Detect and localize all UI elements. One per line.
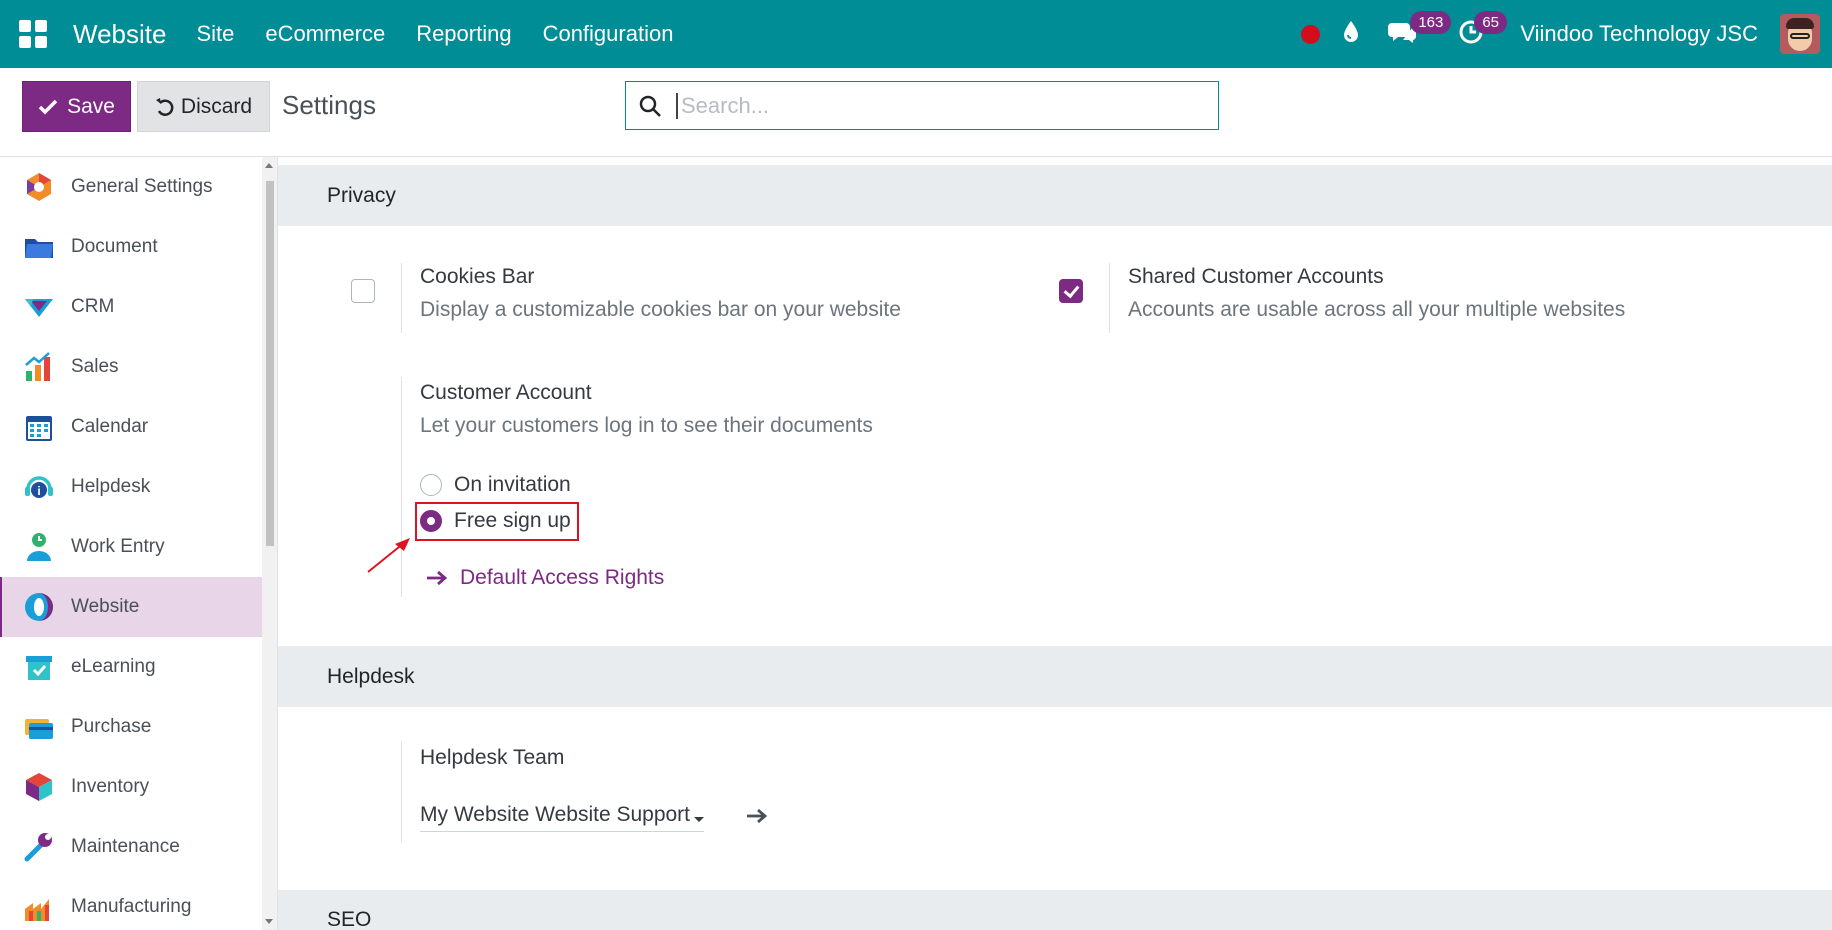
sidebar-item-label: Website	[71, 596, 140, 617]
scroll-thumb[interactable]	[266, 181, 274, 546]
sidebar-item-label: Calendar	[71, 416, 149, 437]
section-seo-heading: SEO	[278, 890, 1832, 930]
sidebar-item-work-entry[interactable]: Work Entry	[0, 517, 262, 577]
section-privacy-heading: Privacy	[278, 165, 1832, 226]
elearning-icon	[23, 651, 55, 683]
radio-label: On invitation	[454, 473, 571, 496]
select-value: My Website Website Support	[420, 803, 691, 826]
menu-configuration[interactable]: Configuration	[543, 21, 674, 47]
radio-button[interactable]	[420, 474, 442, 496]
sidebar-item-label: eLearning	[71, 656, 156, 677]
control-panel: Save Discard Settings	[0, 68, 1832, 157]
default-access-rights-link[interactable]: Default Access Rights	[426, 566, 664, 590]
discard-label: Discard	[180, 94, 253, 118]
activities-badge: 65	[1474, 10, 1507, 34]
save-button[interactable]: Save	[22, 81, 131, 132]
helpdesk-icon: i	[23, 471, 55, 503]
helpdesk-team-label: Helpdesk Team	[420, 746, 565, 769]
manufacturing-icon	[23, 891, 55, 923]
chevron-down-icon	[694, 816, 705, 822]
sidebar-item-general-settings[interactable]: General Settings	[0, 157, 262, 217]
sidebar-item-sales[interactable]: Sales	[0, 337, 262, 397]
work-entry-icon	[23, 531, 55, 563]
sidebar-scrollbar[interactable]	[262, 157, 277, 930]
menu-site[interactable]: Site	[196, 21, 234, 47]
water-drop-icon[interactable]	[1342, 20, 1360, 49]
sidebar-item-calendar[interactable]: Calendar	[0, 397, 262, 457]
shared-accounts-label: Shared Customer Accounts	[1128, 265, 1384, 288]
helpdesk-team-select[interactable]: My Website Website Support	[420, 803, 705, 832]
annotation-highlight-box	[415, 502, 579, 541]
settings-content: Privacy Cookies Bar Display a customizab…	[277, 157, 1832, 930]
sidebar-item-label: General Settings	[71, 176, 213, 197]
shared-accounts-checkbox[interactable]	[1059, 279, 1083, 303]
cookies-bar-checkbox[interactable]	[351, 279, 375, 303]
scroll-up-arrow-icon[interactable]	[265, 163, 273, 168]
customer-account-label: Customer Account	[420, 381, 592, 404]
sales-icon	[23, 351, 55, 383]
menu-reporting[interactable]: Reporting	[416, 21, 511, 47]
cookies-bar-label: Cookies Bar	[420, 265, 535, 288]
link-label: Default Access Rights	[460, 566, 665, 589]
section-helpdesk-heading: Helpdesk	[278, 646, 1832, 707]
website-icon	[23, 591, 55, 623]
maintenance-icon	[23, 831, 55, 863]
company-switcher[interactable]: Viindoo Technology JSC	[1520, 21, 1758, 47]
settings-sidebar: General Settings Document CRM Sales Cale…	[0, 157, 262, 930]
sidebar-item-inventory[interactable]: Inventory	[0, 757, 262, 817]
sidebar-item-purchase[interactable]: Purchase	[0, 697, 262, 757]
sidebar-item-maintenance[interactable]: Maintenance	[0, 817, 262, 877]
activities-clock-icon[interactable]: 65	[1458, 10, 1507, 50]
purchase-icon	[23, 711, 55, 743]
inventory-icon	[23, 771, 55, 803]
undo-icon	[155, 97, 174, 116]
svg-text:i: i	[37, 484, 40, 498]
radio-on-invitation[interactable]: On invitation	[420, 473, 571, 497]
top-navbar: Website Site eCommerce Reporting Configu…	[0, 0, 1832, 68]
calendar-icon	[23, 411, 55, 443]
user-avatar[interactable]	[1780, 14, 1820, 54]
sidebar-item-label: Work Entry	[71, 536, 165, 557]
messages-icon[interactable]: 163	[1388, 10, 1452, 50]
shared-accounts-description: Accounts are usable across all your mult…	[1128, 298, 1626, 321]
page-title: Settings	[282, 90, 376, 120]
sidebar-item-label: Document	[71, 236, 158, 257]
sidebar-item-label: Sales	[71, 356, 119, 377]
save-label: Save	[67, 94, 115, 118]
customer-account-description: Let your customers log in to see their d…	[420, 414, 873, 437]
sidebar-item-document[interactable]: Document	[0, 217, 262, 277]
sidebar-item-label: Inventory	[71, 776, 150, 797]
sidebar-item-website[interactable]: Website	[0, 577, 262, 637]
search-icon	[639, 95, 661, 117]
arrow-right-icon	[427, 570, 448, 586]
sidebar-item-label: Manufacturing	[71, 896, 192, 917]
sidebar-item-helpdesk[interactable]: i Helpdesk	[0, 457, 262, 517]
sidebar-item-label: Purchase	[71, 716, 152, 737]
sidebar-item-elearning[interactable]: eLearning	[0, 637, 262, 697]
search-input[interactable]	[676, 92, 1196, 119]
sidebar-item-label: Helpdesk	[71, 476, 151, 497]
annotation-arrow-icon	[367, 538, 410, 573]
crm-icon	[23, 291, 55, 323]
check-icon	[38, 99, 58, 114]
app-brand[interactable]: Website	[73, 19, 166, 50]
search-box[interactable]	[625, 81, 1219, 130]
general-settings-icon	[23, 171, 55, 203]
discard-button[interactable]: Discard	[137, 81, 270, 132]
sidebar-item-manufacturing[interactable]: Manufacturing	[0, 877, 262, 930]
sidebar-item-label: CRM	[71, 296, 115, 317]
scroll-down-arrow-icon[interactable]	[265, 919, 273, 924]
cookies-bar-description: Display a customizable cookies bar on yo…	[420, 298, 901, 321]
sidebar-item-crm[interactable]: CRM	[0, 277, 262, 337]
apps-menu-icon[interactable]	[19, 20, 47, 48]
messages-badge: 163	[1410, 10, 1452, 34]
document-icon	[23, 231, 55, 263]
sidebar-item-label: Maintenance	[71, 836, 180, 857]
recording-indicator-icon[interactable]	[1301, 24, 1321, 44]
menu-ecommerce[interactable]: eCommerce	[265, 21, 385, 47]
open-record-arrow-icon[interactable]	[746, 807, 768, 825]
